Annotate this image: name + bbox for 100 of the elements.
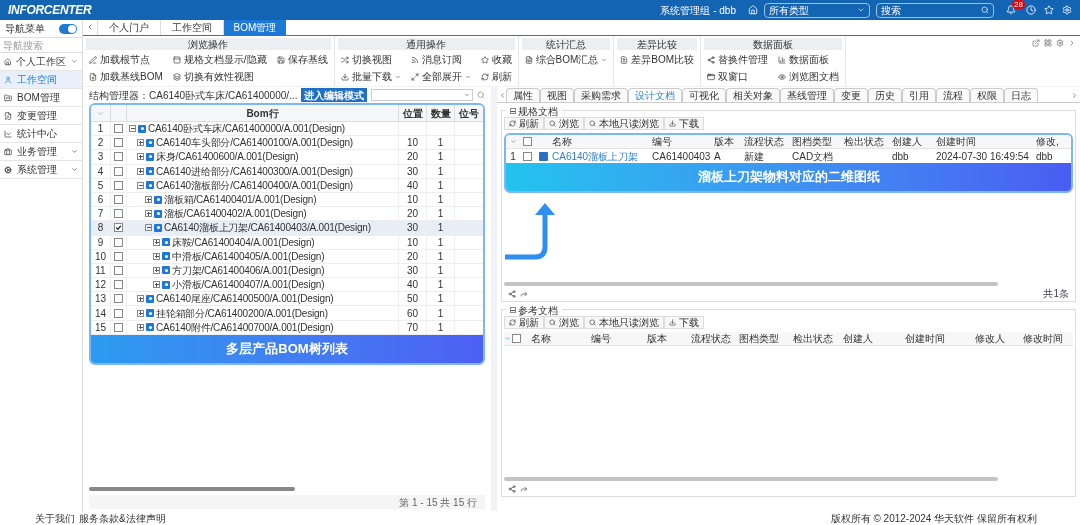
checkbox[interactable] xyxy=(114,166,123,176)
clock-icon[interactable] xyxy=(1026,5,1036,15)
edit-mode-button[interactable]: 进入编辑模式 xyxy=(301,88,368,102)
checkbox[interactable] xyxy=(114,138,123,148)
tree-row[interactable]: 9 床鞍/CA61400404/A.001(Design) 10 1 xyxy=(91,235,483,250)
ribbon-button[interactable]: 替换件管理 xyxy=(707,51,769,68)
forward-icon[interactable] xyxy=(520,289,528,298)
tab[interactable]: 视图 xyxy=(540,88,574,102)
toolbar-button[interactable]: 浏览 xyxy=(544,117,584,130)
checkbox[interactable] xyxy=(114,280,123,290)
search-icon[interactable] xyxy=(477,91,485,99)
checkbox[interactable] xyxy=(114,322,123,332)
toolbar-button[interactable]: 浏览 xyxy=(544,316,584,329)
nav-item[interactable]: 工作空间 xyxy=(0,71,82,89)
toolbar-button[interactable]: 下载 xyxy=(664,316,704,329)
expand-toggle[interactable] xyxy=(153,266,160,274)
expand-toggle[interactable] xyxy=(137,167,144,175)
nav-item[interactable]: 业务管理 xyxy=(0,143,82,161)
tab[interactable]: 变更 xyxy=(834,88,868,102)
tree-row[interactable]: 3 床身/CA61400600/A.001(Design) 20 1 xyxy=(91,150,483,165)
checkbox[interactable] xyxy=(114,237,123,247)
expand-toggle[interactable] xyxy=(153,281,160,289)
checkbox[interactable] xyxy=(522,151,532,161)
ribbon-button[interactable]: 双窗口 xyxy=(707,68,769,85)
tab[interactable]: 个人门户 xyxy=(97,20,160,35)
tab[interactable]: 流程 xyxy=(936,88,970,102)
ribbon-button[interactable]: 收藏 xyxy=(480,51,512,68)
ribbon-button[interactable]: 数据面板 xyxy=(778,51,840,68)
tree-row[interactable]: 2 CA6140车头部分/CA61400100/A.001(Design) 10 1 xyxy=(91,136,483,151)
tree-row[interactable]: 12 小滑板/CA61400407/A.001(Design) 40 1 xyxy=(91,278,483,293)
tree-row[interactable]: 14 挂轮箱部分/CA61400200/A.001(Design) 60 1 xyxy=(91,306,483,321)
checkbox[interactable] xyxy=(511,334,521,343)
tree-row[interactable]: 11 方刀架/CA61400406/A.001(Design) 30 1 xyxy=(91,263,483,279)
expand-toggle[interactable] xyxy=(153,252,160,260)
scroll-right-icon[interactable] xyxy=(1071,92,1078,99)
ribbon-button[interactable]: 保存基线 xyxy=(276,51,328,68)
star-icon[interactable] xyxy=(1044,5,1054,15)
settings-icon[interactable] xyxy=(1056,39,1064,47)
scroll-left-icon[interactable] xyxy=(86,23,94,31)
forward-icon[interactable] xyxy=(520,484,528,493)
checkbox[interactable] xyxy=(114,294,123,304)
bell-icon[interactable] xyxy=(1006,5,1016,15)
ribbon-button[interactable]: 规格文档显示/隐藏 xyxy=(172,51,267,68)
table-row[interactable]: 1 CA6140溜板上刀架 CA61400403 A 新建 CAD文档 dbb 2024-07-30 16:49:54 dbb xyxy=(506,149,1071,163)
search-field[interactable]: 搜索 xyxy=(876,2,994,18)
tree-row[interactable]: 13 CA6140尾座/CA61400500/A.001(Design) 50 1 xyxy=(91,292,483,307)
grid-icon[interactable] xyxy=(1044,39,1052,47)
ribbon-button[interactable]: 消息订阅 xyxy=(410,51,471,68)
checkbox[interactable] xyxy=(114,223,123,233)
tab[interactable]: 日志 xyxy=(1004,88,1038,102)
home-icon[interactable] xyxy=(748,5,758,15)
export-icon[interactable] xyxy=(508,484,516,493)
chevron-icon[interactable] xyxy=(1068,39,1076,47)
checkbox[interactable] xyxy=(114,124,123,134)
tab[interactable]: 基线管理 xyxy=(780,88,834,102)
nav-item[interactable]: BOM管理 xyxy=(0,89,82,107)
tree-row[interactable]: 5 CA6140溜板部分/CA61400400/A.001(Design) 40 1 xyxy=(91,178,483,193)
type-select[interactable]: 所有类型 xyxy=(764,2,870,18)
expand-toggle[interactable] xyxy=(145,196,152,204)
ribbon-button[interactable]: 综合BOM汇总 xyxy=(524,51,608,68)
tab[interactable]: 相关对象 xyxy=(726,88,780,102)
collapse-toggle[interactable] xyxy=(145,224,152,232)
footer-link[interactable]: 服务条款&法律声明 xyxy=(79,510,166,525)
checkbox[interactable] xyxy=(114,180,123,190)
tree-row[interactable]: 1 CA6140卧式车床/CA61400000/A.001(Design) xyxy=(91,122,483,137)
expand-toggle[interactable] xyxy=(137,153,144,161)
checkbox[interactable] xyxy=(114,251,123,261)
tree-row[interactable]: 8 CA6140溜板上刀架/CA61400403/A.001(Design) 30 1 xyxy=(91,221,483,236)
document-link[interactable]: CA6140溜板上刀架 xyxy=(552,148,652,164)
toggle-switch[interactable] xyxy=(59,23,77,34)
toolbar-button[interactable]: 本地只读浏览 xyxy=(584,117,664,130)
tree-row[interactable]: 10 中滑板/CA61400405/A.001(Design) 20 1 xyxy=(91,249,483,264)
nav-item[interactable]: 变更管理 xyxy=(0,107,82,125)
checkbox[interactable] xyxy=(114,152,123,162)
expand-toggle[interactable] xyxy=(137,139,144,147)
expand-toggle[interactable] xyxy=(137,295,144,303)
ribbon-button[interactable]: 全部展开 xyxy=(410,68,471,85)
ribbon-button[interactable]: 刷新 xyxy=(480,68,512,85)
collapse-icon[interactable] xyxy=(510,307,516,313)
checkbox[interactable] xyxy=(114,265,123,275)
nav-item[interactable]: 统计中心 xyxy=(0,125,82,143)
export-icon[interactable] xyxy=(508,289,516,298)
export-icon[interactable] xyxy=(1032,39,1040,47)
collapse-toggle[interactable] xyxy=(129,125,136,133)
collapse-toggle[interactable] xyxy=(137,181,144,189)
nav-item[interactable]: 系统管理 xyxy=(0,161,82,179)
checkbox[interactable] xyxy=(114,209,123,219)
checkbox[interactable] xyxy=(522,137,532,146)
ribbon-button[interactable]: 批量下载 xyxy=(340,68,401,85)
toolbar-button[interactable]: 本地只读浏览 xyxy=(584,316,664,329)
tab[interactable]: 采购需求 xyxy=(574,88,628,102)
ribbon-button[interactable]: 切换视图 xyxy=(340,51,401,68)
ribbon-button[interactable]: 浏览图文档 xyxy=(778,68,840,85)
ribbon-button[interactable]: 差异BOM比较 xyxy=(620,51,695,68)
expand-toggle[interactable] xyxy=(137,323,144,331)
ribbon-button[interactable]: 加载根节点 xyxy=(89,51,163,68)
toolbar-button[interactable]: 下载 xyxy=(664,117,704,130)
tab[interactable]: 引用 xyxy=(902,88,936,102)
tree-row[interactable]: 6 溜板箱/CA61400401/A.001(Design) 10 1 xyxy=(91,192,483,208)
expand-toggle[interactable] xyxy=(145,210,152,218)
